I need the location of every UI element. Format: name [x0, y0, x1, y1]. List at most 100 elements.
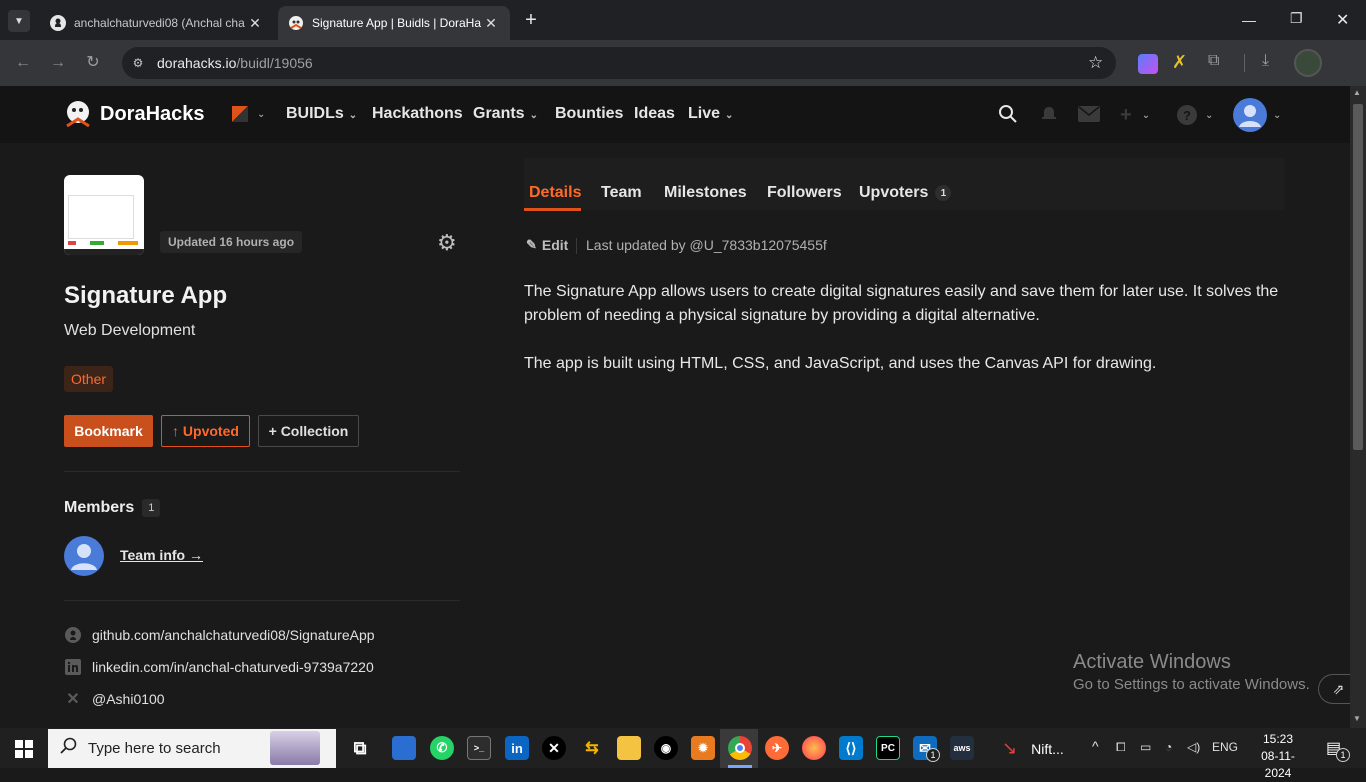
search-icon[interactable]	[998, 104, 1018, 129]
x-link[interactable]: ✕ @Ashi0100	[64, 690, 164, 708]
reload-icon[interactable]: ↻	[82, 52, 104, 74]
thumbnail-screen	[68, 195, 134, 239]
close-tab-icon[interactable]: ✕	[482, 15, 500, 32]
upvoted-button[interactable]: ↑ Upvoted	[161, 415, 250, 447]
file-explorer-icon[interactable]	[617, 736, 641, 760]
brand-name: DoraHacks	[100, 102, 205, 125]
taskbar-search-box[interactable]: Type here to search	[48, 729, 336, 768]
apps-menu[interactable]: ⌄	[232, 106, 265, 122]
edit-button[interactable]: ✎ Edit	[526, 237, 568, 253]
github-link[interactable]: github.com/anchalchaturvedi08/SignatureA…	[64, 626, 375, 644]
volume-icon[interactable]: ◁)	[1187, 740, 1200, 754]
postman-icon[interactable]: ✈	[765, 736, 789, 760]
toolbar-divider	[1244, 54, 1245, 72]
minimize-window-icon[interactable]: —	[1242, 12, 1256, 28]
battery-icon[interactable]: ▭	[1140, 740, 1151, 754]
new-tab-button[interactable]: +	[520, 8, 542, 32]
thumbnail-bar	[68, 241, 76, 245]
help-icon: ?	[1177, 105, 1197, 125]
scroll-down-icon[interactable]: ▼	[1353, 714, 1361, 723]
x-app-icon[interactable]: ✕	[542, 736, 566, 760]
team-info-link[interactable]: Team info →	[120, 547, 203, 563]
linkedin-link[interactable]: linkedin.com/in/anchal-chaturvedi-9739a7…	[64, 658, 374, 676]
microsoft-store-icon[interactable]	[392, 736, 416, 760]
scroll-up-icon[interactable]: ▲	[1353, 88, 1361, 97]
project-thumbnail[interactable]	[64, 175, 144, 255]
help-menu[interactable]: ? ⌄	[1177, 105, 1213, 125]
thumbnail-bar	[90, 241, 104, 245]
browser-tab-dorahacks[interactable]: Signature App | Buidls | DoraHa ✕	[278, 6, 510, 40]
vscode-icon[interactable]: ⟨⟩	[839, 736, 863, 760]
create-menu[interactable]: + ⌄	[1120, 104, 1150, 127]
firefox-icon[interactable]	[802, 736, 826, 760]
chrome-icon[interactable]	[728, 736, 752, 760]
close-tab-icon[interactable]: ✕	[246, 15, 264, 32]
mail-icon[interactable]	[1078, 106, 1100, 127]
github-desktop-icon[interactable]: ◉	[654, 736, 678, 760]
bookmark-star-icon[interactable]: ☆	[1088, 53, 1103, 73]
pycharm-icon[interactable]: PC	[876, 736, 900, 760]
browser-tab-github[interactable]: anchalchaturvedi08 (Anchal cha ✕	[40, 6, 274, 40]
linkedin-app-icon[interactable]: in	[505, 736, 529, 760]
tab-followers[interactable]: Followers	[767, 184, 842, 202]
clock-time: 15:23	[1262, 732, 1294, 746]
chevron-up-icon[interactable]: ^	[1092, 738, 1099, 754]
nav-grants[interactable]: Grants ⌄	[473, 105, 538, 123]
add-collection-button[interactable]: + Collection	[258, 415, 359, 447]
tab-title: Signature App | Buidls | DoraHa	[312, 16, 481, 30]
windows-start-icon[interactable]	[15, 740, 33, 763]
wifi-icon[interactable]: ◔	[1165, 740, 1172, 754]
nav-hackathons[interactable]: Hackathons	[372, 105, 463, 123]
language-indicator[interactable]: ENG	[1212, 740, 1238, 754]
site-info-icon[interactable]: ⚙	[128, 53, 148, 73]
chevron-down-icon: ⌄	[725, 110, 734, 121]
description-paragraph: The Signature App allows users to create…	[524, 283, 1279, 324]
members-count-badge: 1	[142, 499, 161, 517]
clock-date: 08-11-2024	[1261, 749, 1295, 780]
user-menu[interactable]: ⌄	[1233, 98, 1281, 132]
extensions-puzzle-icon[interactable]: ⧉	[1208, 52, 1219, 70]
member-avatar[interactable]	[64, 536, 104, 581]
nav-buidls[interactable]: BUIDLs ⌄	[286, 105, 357, 123]
task-view-icon[interactable]: ⧉	[348, 736, 372, 760]
scrollbar-thumb[interactable]	[1353, 104, 1363, 450]
settings-gear-icon[interactable]: ⚙	[437, 231, 457, 255]
tab-title: anchalchaturvedi08 (Anchal cha	[74, 16, 245, 30]
extension-tools-icon[interactable]: ✗	[1172, 52, 1187, 73]
tab-search-button[interactable]: ▼	[8, 10, 30, 32]
url-text[interactable]: dorahacks.io/buidl/19056	[157, 55, 313, 71]
tab-milestones[interactable]: Milestones	[664, 184, 747, 202]
restore-window-icon[interactable]: ❐	[1290, 10, 1303, 27]
dorahacks-logo[interactable]: DoraHacks	[64, 99, 205, 129]
apps-grid-icon	[232, 106, 248, 122]
tab-details[interactable]: Details	[529, 184, 581, 202]
clock[interactable]: 15:23 08-11-2024	[1249, 731, 1307, 782]
whatsapp-icon[interactable]: ✆	[430, 736, 454, 760]
close-window-icon[interactable]: ✕	[1336, 10, 1349, 30]
github-favicon-icon	[50, 15, 66, 31]
tab-team[interactable]: Team	[601, 184, 642, 202]
member-avatar-icon	[64, 536, 104, 576]
linkedin-icon	[64, 658, 82, 676]
nav-bounties[interactable]: Bounties	[555, 105, 623, 123]
search-icon	[60, 737, 78, 760]
profile-avatar-icon[interactable]	[1294, 49, 1322, 77]
download-icon[interactable]: ⤓	[1262, 52, 1269, 70]
notification-bell-icon[interactable]	[1040, 104, 1058, 122]
back-icon[interactable]: ←	[12, 52, 34, 74]
divider	[64, 600, 460, 601]
terminal-icon[interactable]: >_	[467, 736, 491, 760]
nav-ideas[interactable]: Ideas	[634, 105, 675, 123]
nifty-widget[interactable]: ↘ Nift...	[1002, 738, 1064, 759]
aws-icon[interactable]: aws	[950, 736, 974, 760]
tag-other[interactable]: Other	[64, 366, 114, 392]
orange-app-icon[interactable]: ✹	[691, 736, 715, 760]
extension-copilot-icon[interactable]	[1138, 54, 1158, 74]
plus-icon: +	[1120, 104, 1132, 126]
bookmark-button[interactable]: Bookmark	[64, 415, 153, 447]
git-tool-icon[interactable]: ⇆	[580, 736, 604, 760]
meet-now-icon[interactable]: ⧠	[1116, 740, 1126, 755]
tab-upvoters[interactable]: Upvoters 1	[859, 184, 952, 202]
forward-icon[interactable]: →	[47, 52, 69, 74]
nav-live[interactable]: Live ⌄	[688, 105, 733, 123]
